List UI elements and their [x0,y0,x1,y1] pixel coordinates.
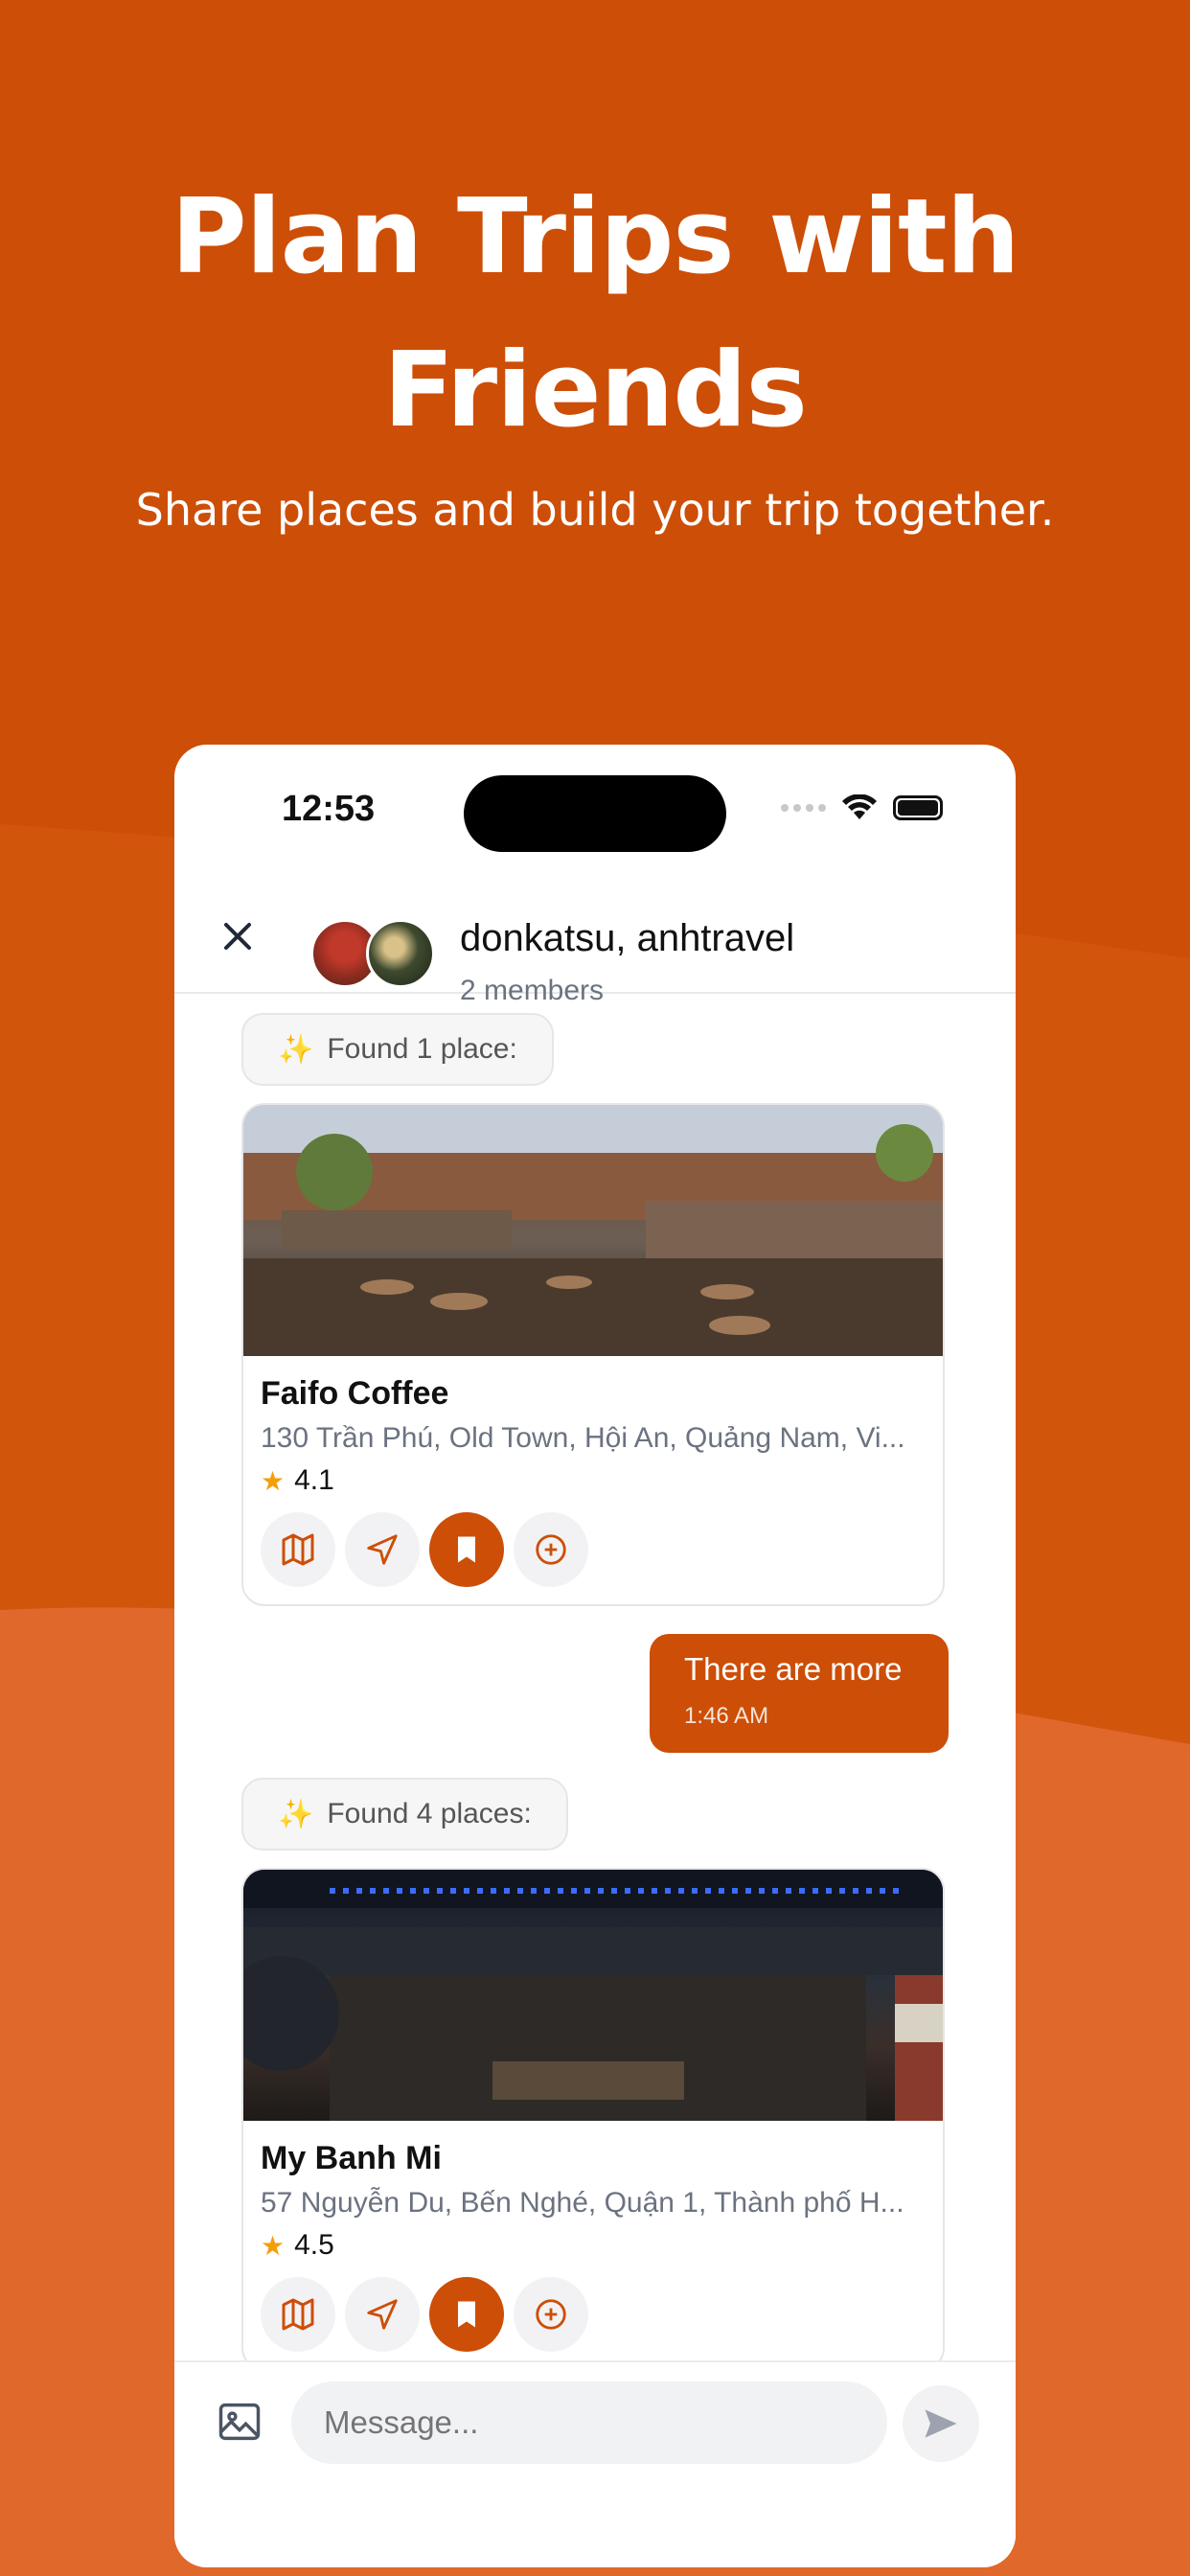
outgoing-message[interactable]: There are more 1:46 AM [650,1634,949,1753]
add-to-trip-button[interactable] [514,2277,588,2352]
star-icon: ★ [261,2230,286,2261]
dynamic-island [464,775,726,852]
place-photo-scene [243,1870,943,2121]
avatar [366,919,435,988]
rating-value: 4.5 [294,2229,334,2261]
send-button[interactable] [903,2385,979,2462]
chat-header: donkatsu, anhtravel 2 members [174,879,1016,1006]
bookmark-icon [458,1536,475,1563]
sparkles-icon: ✨ [278,1798,314,1830]
place-photo-scene [243,1105,943,1356]
rating-value: 4.1 [294,1464,334,1496]
send-icon [925,2409,957,2438]
place-address: 57 Nguyễn Du, Bến Nghé, Quận 1, Thành ph… [261,2187,904,2219]
bookmark-icon [458,2301,475,2328]
navigation-arrow-icon [367,2299,398,2330]
map-icon [282,1533,314,1566]
battery-icon [893,795,943,820]
map-icon [282,2298,314,2331]
place-actions [261,1512,926,1587]
message-time: 1:46 AM [684,1703,769,1729]
place-address: 130 Trần Phú, Old Town, Hội An, Quảng Na… [261,1422,905,1454]
found-label-text: Found 1 place: [327,1033,517,1065]
found-places-label: ✨ Found 1 place: [241,1013,554,1086]
signal-icon [781,804,826,812]
plus-circle-icon [536,2299,566,2330]
map-button[interactable] [261,2277,335,2352]
place-rating: ★ 4.5 [261,2229,926,2262]
found-label-text: Found 4 places: [327,1798,532,1829]
message-text: There are more [684,1651,903,1687]
add-to-trip-button[interactable] [514,1512,588,1587]
directions-button[interactable] [345,1512,420,1587]
place-name: Faifo Coffee [261,1375,449,1412]
place-photo [243,1870,943,2121]
found-places-label: ✨ Found 4 places: [241,1778,568,1851]
place-actions [261,2277,926,2352]
group-avatars[interactable] [310,919,445,992]
status-time: 12:53 [282,789,376,829]
subheadline: Share places and build your trip togethe… [135,484,1055,536]
wifi-icon [842,794,877,819]
place-photo [243,1105,943,1356]
message-input[interactable] [291,2381,887,2464]
status-icons [781,794,943,821]
navigation-arrow-icon [367,1534,398,1565]
chat-members-count: 2 members [460,975,605,1006]
message-composer [174,2360,1016,2567]
place-name: My Banh Mi [261,2140,442,2176]
plus-circle-icon [536,1534,566,1565]
bookmark-button[interactable] [429,2277,504,2352]
image-icon[interactable] [215,2397,264,2447]
chat-title[interactable]: donkatsu, anhtravel [460,917,794,960]
directions-button[interactable] [345,2277,420,2352]
close-icon[interactable] [218,917,257,955]
sparkles-icon: ✨ [278,1033,314,1066]
headline: Plan Trips with Friends [171,177,1019,450]
star-icon: ★ [261,1465,286,1496]
map-button[interactable] [261,1512,335,1587]
place-card[interactable]: Faifo Coffee 130 Trần Phú, Old Town, Hội… [241,1103,945,1606]
place-card[interactable]: My Banh Mi 57 Nguyễn Du, Bến Nghé, Quận … [241,1868,945,2371]
place-rating: ★ 4.1 [261,1464,926,1497]
phone-mockup: 12:53 donkatsu, anhtravel 2 members ✨ Fo… [174,745,1016,2567]
bookmark-button[interactable] [429,1512,504,1587]
